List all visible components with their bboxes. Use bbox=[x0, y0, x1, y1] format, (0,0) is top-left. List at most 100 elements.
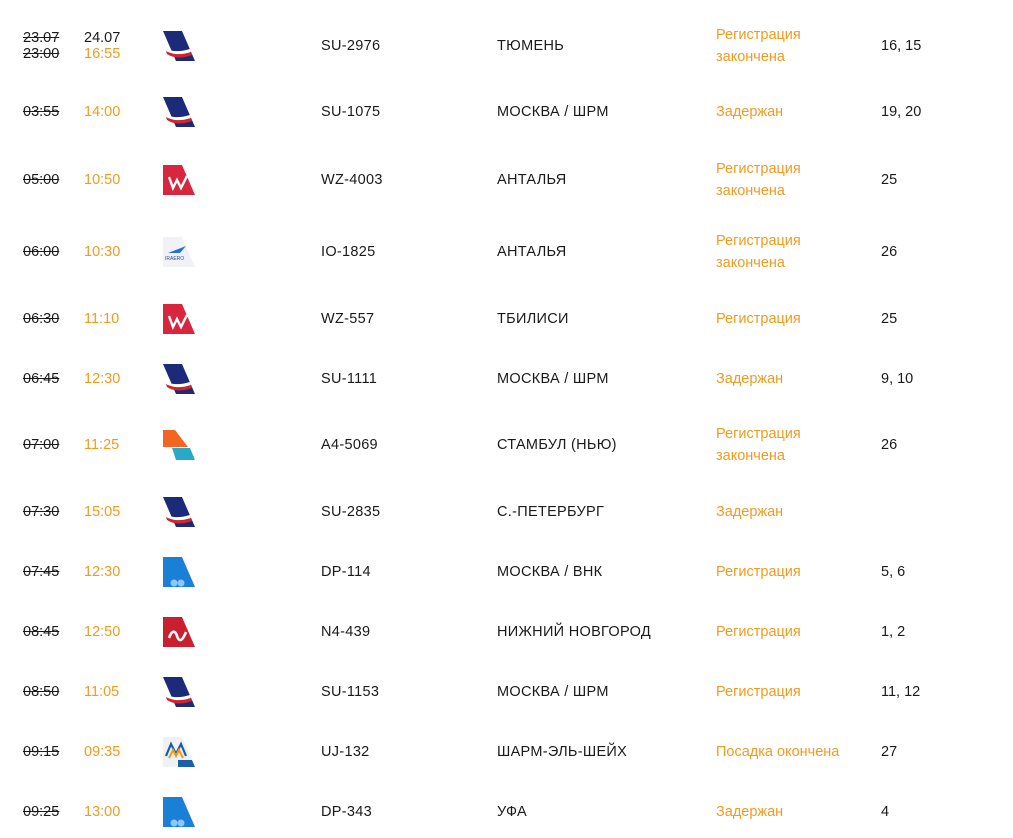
scheduled-date: 23.07 bbox=[23, 30, 60, 46]
scheduled-time: 08:50 bbox=[23, 684, 60, 700]
actual-time: 12:30 bbox=[84, 564, 121, 580]
flight-status: Регистрация закончена bbox=[716, 230, 801, 274]
flight-number[interactable]: DP-114 bbox=[321, 564, 371, 580]
flight-number[interactable]: WZ-4003 bbox=[321, 172, 383, 188]
status-line: Задержан bbox=[716, 504, 784, 520]
actual-time: 09:35 bbox=[84, 744, 121, 760]
status-line: закончена bbox=[716, 49, 785, 65]
checkin-counters: 26 bbox=[881, 437, 898, 453]
actual-time: 11:10 bbox=[84, 311, 120, 327]
flight-row[interactable]: 08:50 11:05 SU-1153 МОСКВА / ШРМ Регистрация… bbox=[0, 672, 1013, 712]
checkin-counters: 25 bbox=[881, 311, 898, 327]
scheduled-time: 08:45 bbox=[23, 624, 60, 640]
checkin-counters: 5, 6 bbox=[881, 564, 906, 580]
redwings-logo bbox=[160, 164, 196, 196]
flight-row[interactable]: 06:00 10:30 IRAERO IO-1825 АНТАЛЬЯ Регистраци… bbox=[0, 232, 1013, 272]
flight-number[interactable]: DP-343 bbox=[321, 804, 372, 820]
status-line: Регистрация bbox=[716, 426, 801, 442]
flight-row[interactable]: 07:45 12:30 DP-114 МОСКВА / ВНК Регистрация 5… bbox=[0, 552, 1013, 592]
scheduled-time: 07:30 bbox=[23, 504, 60, 520]
flight-number[interactable]: IO-1825 bbox=[321, 244, 376, 260]
checkin-counters: 11, 12 bbox=[881, 684, 921, 700]
scheduled-time-value: 23:00 bbox=[23, 46, 60, 62]
destination: С.-ПЕТЕРБУРГ bbox=[497, 504, 605, 520]
flight-number[interactable]: SU-1075 bbox=[321, 104, 380, 120]
flight-status: Регистрация закончена bbox=[716, 24, 801, 68]
flight-number[interactable]: N4-439 bbox=[321, 624, 370, 640]
flight-number[interactable]: SU-2976 bbox=[321, 38, 380, 54]
checkin-counters: 19, 20 bbox=[881, 104, 922, 120]
scheduled-time: 03:55 bbox=[23, 104, 60, 120]
destination: МОСКВА / ШРМ bbox=[497, 684, 609, 700]
pobeda-logo bbox=[160, 796, 196, 828]
flight-row[interactable]: 09:25 13:00 DP-343 УФА Задержан 4 bbox=[0, 792, 1013, 832]
actual-time: 24.07 16:55 bbox=[84, 30, 120, 62]
status-line: Задержан bbox=[716, 371, 784, 387]
destination: АНТАЛЬЯ bbox=[497, 244, 567, 260]
status-line: Регистрация bbox=[716, 684, 801, 700]
status-line: Задержан bbox=[716, 804, 784, 820]
destination: ШАРМ-ЭЛЬ-ШЕЙХ bbox=[497, 744, 628, 760]
flight-number[interactable]: SU-1111 bbox=[321, 371, 377, 387]
scheduled-time: 09:25 bbox=[23, 804, 60, 820]
flight-status: Регистрация закончена bbox=[716, 158, 801, 202]
redwings-logo bbox=[160, 303, 196, 335]
flight-status: Задержан bbox=[716, 801, 783, 823]
scheduled-time: 23.07 23:00 bbox=[23, 30, 59, 62]
checkin-counters: 4 bbox=[881, 804, 890, 820]
flight-row[interactable]: 23.07 23:00 24.07 16:55 SU-2976 ТЮМЕНЬ Регистр… bbox=[0, 26, 1013, 66]
actual-time: 11:25 bbox=[84, 437, 120, 453]
scheduled-time: 07:45 bbox=[23, 564, 60, 580]
flight-status: Задержан bbox=[716, 501, 783, 523]
status-line: Задержан bbox=[716, 104, 784, 120]
flight-row[interactable]: 07:30 15:05 SU-2835 С.-ПЕТЕРБУРГ Задержан bbox=[0, 492, 1013, 532]
svg-text:IRAERO: IRAERO bbox=[165, 256, 184, 262]
flight-status: Задержан bbox=[716, 368, 783, 390]
flight-number[interactable]: A4-5069 bbox=[321, 437, 378, 453]
actual-time: 14:00 bbox=[84, 104, 121, 120]
checkin-counters: 9, 10 bbox=[881, 371, 914, 387]
flight-status: Посадка окончена bbox=[716, 741, 839, 763]
status-line: Регистрация bbox=[716, 161, 801, 177]
destination: МОСКВА / ШРМ bbox=[497, 104, 609, 120]
scheduled-time: 06:45 bbox=[23, 371, 60, 387]
actual-time-value: 16:55 bbox=[84, 46, 121, 62]
flight-row[interactable]: 06:30 11:10 WZ-557 ТБИЛИСИ Регистрация 25 bbox=[0, 299, 1013, 339]
checkin-counters: 26 bbox=[881, 244, 898, 260]
actual-time: 10:50 bbox=[84, 172, 121, 188]
destination: ТБИЛИСИ bbox=[497, 311, 569, 327]
flight-number[interactable]: UJ-132 bbox=[321, 744, 370, 760]
actual-time: 11:05 bbox=[84, 684, 120, 700]
flight-row[interactable]: 07:00 11:25 A4-5069 СТАМБУЛ (НЬЮ) Регистраци… bbox=[0, 425, 1013, 465]
flight-status: Задержан bbox=[716, 101, 783, 123]
flight-status: Регистрация bbox=[716, 621, 801, 643]
status-line: Регистрация bbox=[716, 311, 801, 327]
actual-time: 12:30 bbox=[84, 371, 121, 387]
scheduled-time: 09:15 bbox=[23, 744, 60, 760]
status-line: Регистрация bbox=[716, 624, 801, 640]
flight-row[interactable]: 08:45 12:50 N4-439 НИЖНИЙ НОВГОРОД Регистрац… bbox=[0, 612, 1013, 652]
destination: МОСКВА / ВНК bbox=[497, 564, 603, 580]
status-line: Регистрация bbox=[716, 27, 801, 43]
checkin-counters: 25 bbox=[881, 172, 898, 188]
flight-status: Регистрация bbox=[716, 561, 801, 583]
checkin-counters: 1, 2 bbox=[881, 624, 906, 640]
flight-row[interactable]: 03:55 14:00 SU-1075 МОСКВА / ШРМ Задержан 19,… bbox=[0, 92, 1013, 132]
destination: ТЮМЕНЬ bbox=[497, 38, 565, 54]
aeroflot-logo bbox=[160, 96, 196, 128]
status-line: закончена bbox=[716, 183, 785, 199]
checkin-counters: 16, 15 bbox=[881, 38, 922, 54]
flight-row[interactable]: 06:45 12:30 SU-1111 МОСКВА / ШРМ Задержан 9, … bbox=[0, 359, 1013, 399]
flight-status: Регистрация bbox=[716, 308, 801, 330]
scheduled-time: 06:00 bbox=[23, 244, 60, 260]
flight-number[interactable]: SU-1153 bbox=[321, 684, 379, 700]
flight-number[interactable]: SU-2835 bbox=[321, 504, 380, 520]
flight-number[interactable]: WZ-557 bbox=[321, 311, 374, 327]
destination: МОСКВА / ШРМ bbox=[497, 371, 609, 387]
flight-row[interactable]: 05:00 10:50 WZ-4003 АНТАЛЬЯ Регистрация закон… bbox=[0, 160, 1013, 200]
aeroflot-logo bbox=[160, 496, 196, 528]
destination: СТАМБУЛ (НЬЮ) bbox=[497, 437, 617, 453]
alrosa-logo bbox=[160, 736, 196, 768]
flight-row[interactable]: 09:15 09:35 UJ-132 ШАРМ-ЭЛЬ-ШЕЙХ Посадка око… bbox=[0, 732, 1013, 772]
destination: АНТАЛЬЯ bbox=[497, 172, 567, 188]
